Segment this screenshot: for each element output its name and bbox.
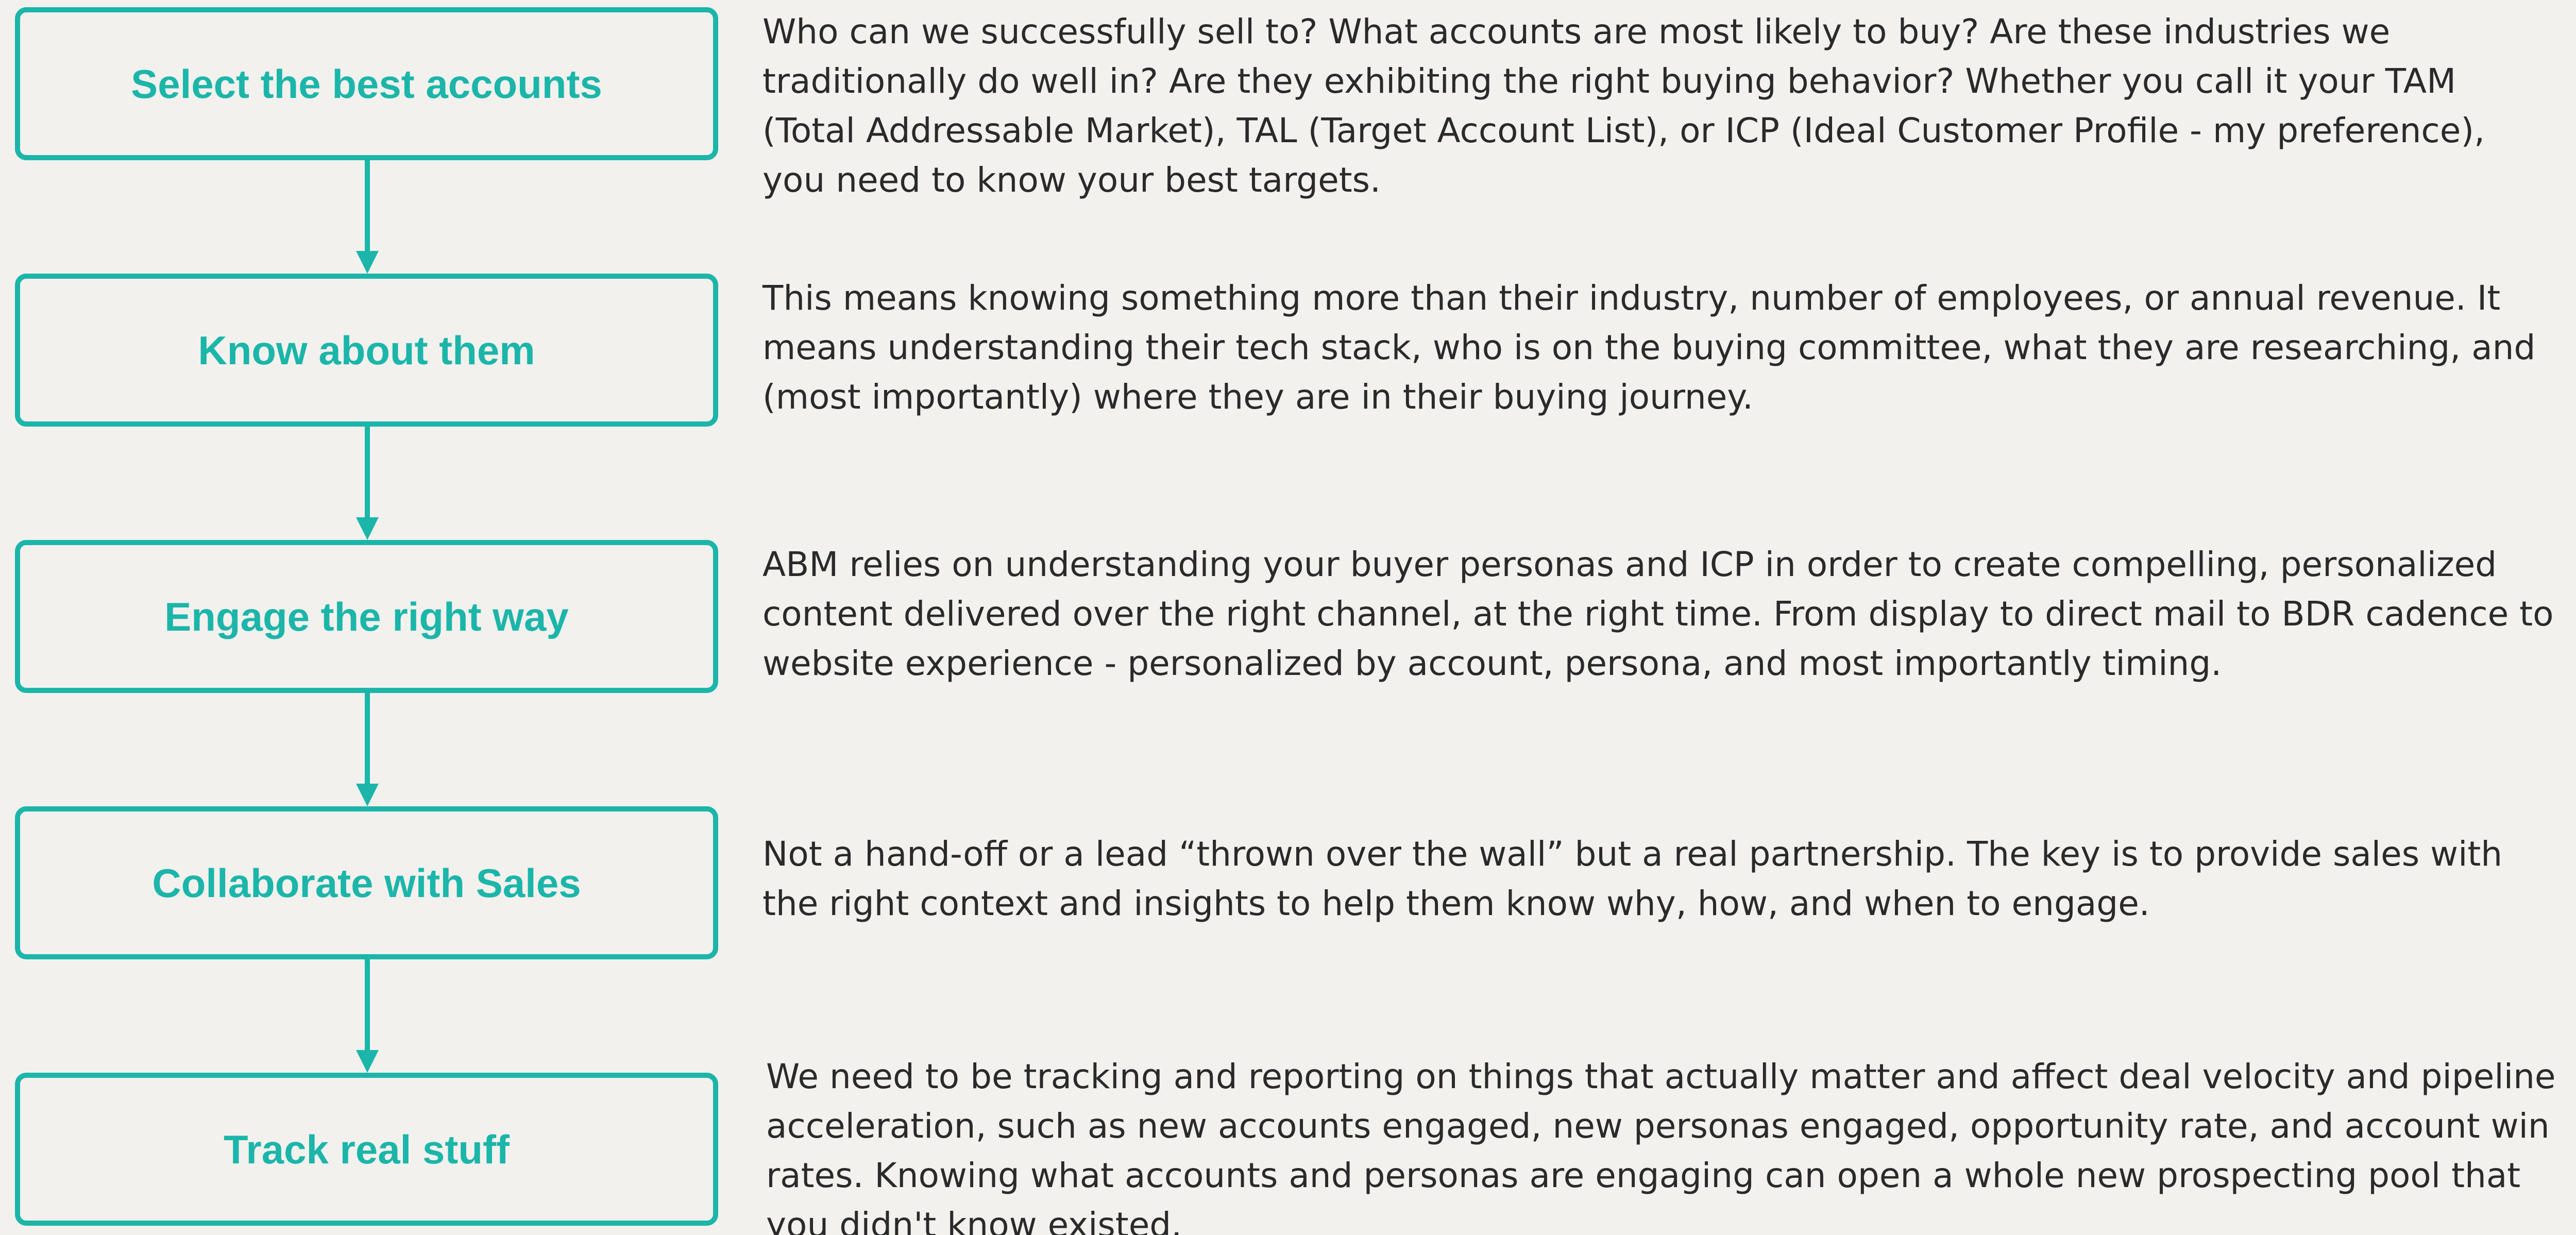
connector-arrow xyxy=(356,427,379,540)
connector-arrowhead xyxy=(356,784,379,806)
step-box-collaborate-sales: Collaborate with Sales xyxy=(15,806,718,959)
step-description-select-accounts: Who can we successfully sell to? What ac… xyxy=(762,12,2485,200)
connector-arrow xyxy=(356,693,379,806)
step-box-select-accounts: Select the best accounts xyxy=(15,7,718,160)
step-title-track-real-stuff: Track real stuff xyxy=(224,1126,510,1172)
connector-arrowhead xyxy=(356,517,379,540)
step-description-track-real-stuff: We need to be tracking and reporting on … xyxy=(766,1057,2556,1235)
connector-arrowhead xyxy=(356,251,379,274)
connector-arrow xyxy=(356,160,379,274)
step-title-select-accounts: Select the best accounts xyxy=(131,61,602,107)
step-title-collaborate-sales: Collaborate with Sales xyxy=(152,860,581,906)
step-box-engage-right-way: Engage the right way xyxy=(15,540,718,693)
abm-flow-diagram: Select the best accounts Who can we succ… xyxy=(0,0,2576,1235)
step-title-engage-right-way: Engage the right way xyxy=(164,594,569,639)
step-box-know-about-them: Know about them xyxy=(15,274,718,427)
step-box-track-real-stuff: Track real stuff xyxy=(15,1073,718,1226)
step-description-know-about-them: This means knowing something more than t… xyxy=(762,278,2536,417)
connector-arrowhead xyxy=(356,1050,379,1073)
step-description-collaborate-sales: Not a hand-off or a lead “thrown over th… xyxy=(762,834,2503,923)
step-title-know-about-them: Know about them xyxy=(198,327,535,373)
connector-arrow xyxy=(356,959,379,1073)
step-description-engage-right-way: ABM relies on understanding your buyer p… xyxy=(762,545,2554,683)
